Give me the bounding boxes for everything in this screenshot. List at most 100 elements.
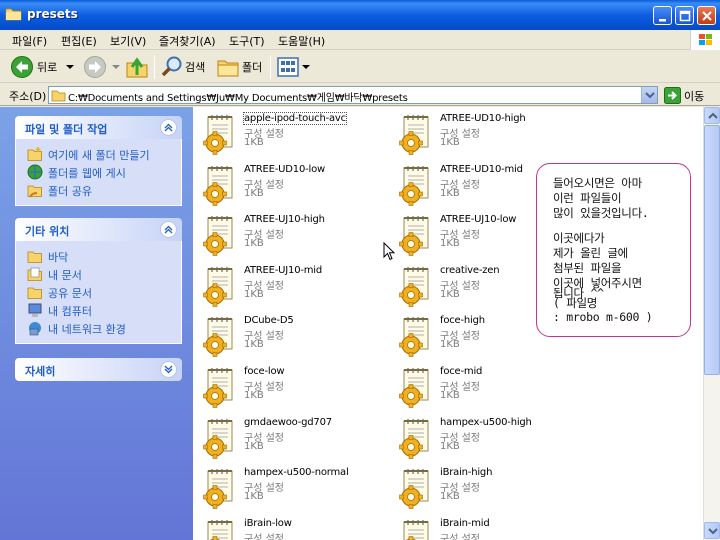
chevron-down-icon (164, 365, 173, 374)
menu-tools[interactable]: 도구(T) (229, 33, 265, 49)
file-name: ATREE-UD10-mid (440, 163, 523, 175)
place-my-documents[interactable]: 내 문서 (16, 265, 181, 283)
chevron-up-icon (164, 123, 173, 132)
task-new-folder[interactable]: 여기에 새 폴더 만들기 (16, 145, 181, 163)
file-item[interactable]: iBrain-mid구성 설정1KB (389, 515, 579, 540)
annotation-note: 들어오시면은 아마 이런 파일들이 많이 있을것입니다. 이곳에다가 제가 올린 글에 첨… (536, 163, 691, 337)
place-network[interactable]: 내 네트워크 환경 (16, 319, 181, 337)
back-button[interactable]: 뒤로 (8, 54, 78, 80)
collapse-button[interactable] (160, 221, 177, 238)
folder-icon (5, 8, 22, 21)
vertical-scrollbar[interactable] (703, 107, 720, 540)
toolbar-separator (154, 55, 155, 79)
go-button[interactable]: 이동 (662, 87, 720, 104)
scroll-up-button[interactable] (704, 107, 720, 124)
file-item[interactable]: ATREE-UD10-low 구성 설정 1KB (193, 161, 383, 209)
menu-favorites[interactable]: 즐겨찾기(A) (159, 33, 216, 49)
file-item[interactable]: apple-ipod-touch-avc 구성 설정 1KB (193, 110, 383, 158)
config-file-icon (399, 165, 429, 206)
close-button[interactable] (697, 6, 716, 25)
up-folder-button[interactable] (124, 54, 150, 80)
file-item[interactable]: iBrain-low구성 설정1KB (193, 515, 383, 540)
place-parent-folder[interactable]: 바닥 (16, 247, 181, 265)
title-bar[interactable]: presets (0, 0, 720, 30)
folders-button[interactable]: 폴더 (214, 54, 266, 80)
menu-help[interactable]: 도움말(H) (278, 33, 325, 49)
file-size: 1KB (440, 339, 460, 351)
panel-title: 기타 위치 (25, 225, 70, 238)
file-name: foce-mid (440, 366, 483, 377)
config-file-icon (399, 368, 429, 408)
panel-title: 파일 및 폴더 작업 (25, 123, 108, 136)
go-arrow-icon (664, 87, 681, 104)
scroll-thumb[interactable] (704, 125, 720, 375)
config-file-icon (203, 317, 233, 358)
views-button[interactable] (276, 54, 310, 80)
task-share-folder[interactable]: 폴더 공유 (16, 181, 181, 199)
task-label: 폴더를 웹에 게시 (48, 167, 126, 180)
note-line: 이런 파일들이 (553, 191, 622, 205)
task-publish-web[interactable]: 폴더를 웹에 게시 (16, 163, 181, 181)
file-size: 1KB (244, 187, 264, 199)
config-file-icon (403, 519, 429, 540)
menu-edit[interactable]: 편집(E) (61, 33, 97, 49)
my-documents-icon (27, 267, 42, 281)
place-shared-documents[interactable]: 공유 문서 (16, 283, 181, 301)
shared-documents-icon (27, 287, 42, 299)
file-item[interactable]: DCube-D5 구성 설정 1KB (193, 312, 383, 360)
config-file-icon (203, 115, 233, 155)
file-name: foce-high (440, 315, 485, 327)
config-file-icon (203, 368, 233, 408)
file-item[interactable]: foce-mid 구성 설정 1KB (389, 363, 579, 411)
file-item[interactable]: foce-low 구성 설정 1KB (193, 363, 383, 411)
menu-view[interactable]: 보기(V) (110, 33, 146, 49)
publish-web-icon (27, 164, 43, 180)
file-folder-tasks-header[interactable]: 파일 및 폴더 작업 (15, 116, 182, 139)
windows-flag-icon (699, 34, 712, 45)
file-folder-tasks-panel: 파일 및 폴더 작업 여기에 새 폴더 만들기 폴더를 웹에 게시 폴더 공유 (15, 116, 182, 206)
file-size: 1KB (440, 137, 460, 148)
file-size: 1KB (440, 390, 460, 401)
file-item[interactable]: ATREE-UJ10-mid 구성 설정 1KB (193, 262, 383, 310)
panel-body: 바닥 내 문서 공유 문서 내 컴퓨터 내 네트워크 환경 (15, 241, 182, 344)
file-size: 1KB (244, 491, 264, 503)
new-folder-icon (27, 147, 42, 161)
file-item[interactable]: ATREE-UD10-high 구성 설정 1KB (389, 110, 579, 158)
maximize-button[interactable] (675, 6, 694, 25)
menu-file[interactable]: 파일(F) (12, 33, 47, 49)
expand-button[interactable] (160, 361, 177, 378)
chevron-down-icon (645, 92, 655, 99)
place-my-computer[interactable]: 내 컴퓨터 (16, 301, 181, 319)
file-item[interactable]: gmdaewoo-gd707 구성 설정 1KB (193, 414, 383, 462)
collapse-button[interactable] (160, 119, 177, 136)
file-name: iBrain-mid (440, 517, 490, 529)
minimize-button[interactable] (653, 6, 672, 25)
config-file-icon (399, 418, 429, 459)
file-item[interactable]: hampex-u500-normal 구성 설정 1KB (193, 464, 383, 512)
config-file-icon (399, 115, 429, 155)
folder-icon (51, 90, 66, 102)
file-item[interactable]: hampex-u500-high 구성 설정 1KB (389, 414, 579, 462)
file-item[interactable]: iBrain-high 구성 설정 1KB (389, 464, 579, 512)
file-item[interactable]: ATREE-UJ10-high 구성 설정 1KB (193, 211, 383, 259)
address-input[interactable]: C:₩Documents and Settings₩Ju₩My Document… (48, 86, 658, 104)
chevron-down-icon (302, 65, 310, 69)
file-type: 구성 설정 (440, 533, 480, 540)
file-size: 1KB (244, 137, 264, 148)
file-name: creative-zen (440, 264, 500, 276)
up-folder-icon (126, 57, 148, 78)
file-name: DCube-D5 (244, 315, 294, 327)
chevron-up-icon (164, 225, 173, 234)
panel-title: 자세히 (25, 365, 56, 378)
details-header[interactable]: 자세히 (15, 358, 182, 381)
forward-button[interactable] (82, 54, 122, 80)
scroll-down-button[interactable] (704, 522, 720, 539)
address-dropdown[interactable] (641, 87, 657, 103)
other-places-header[interactable]: 기타 위치 (15, 218, 182, 241)
address-label: 주소(D) (9, 90, 47, 103)
note-line: 이곳에다가 (553, 231, 605, 245)
search-button[interactable]: 검색 (158, 54, 210, 80)
folders-label: 폴더 (242, 61, 263, 74)
config-file-icon (203, 418, 233, 459)
other-places-panel: 기타 위치 바닥 내 문서 공유 문서 내 컴퓨터 내 네트워크 환경 (15, 218, 182, 344)
